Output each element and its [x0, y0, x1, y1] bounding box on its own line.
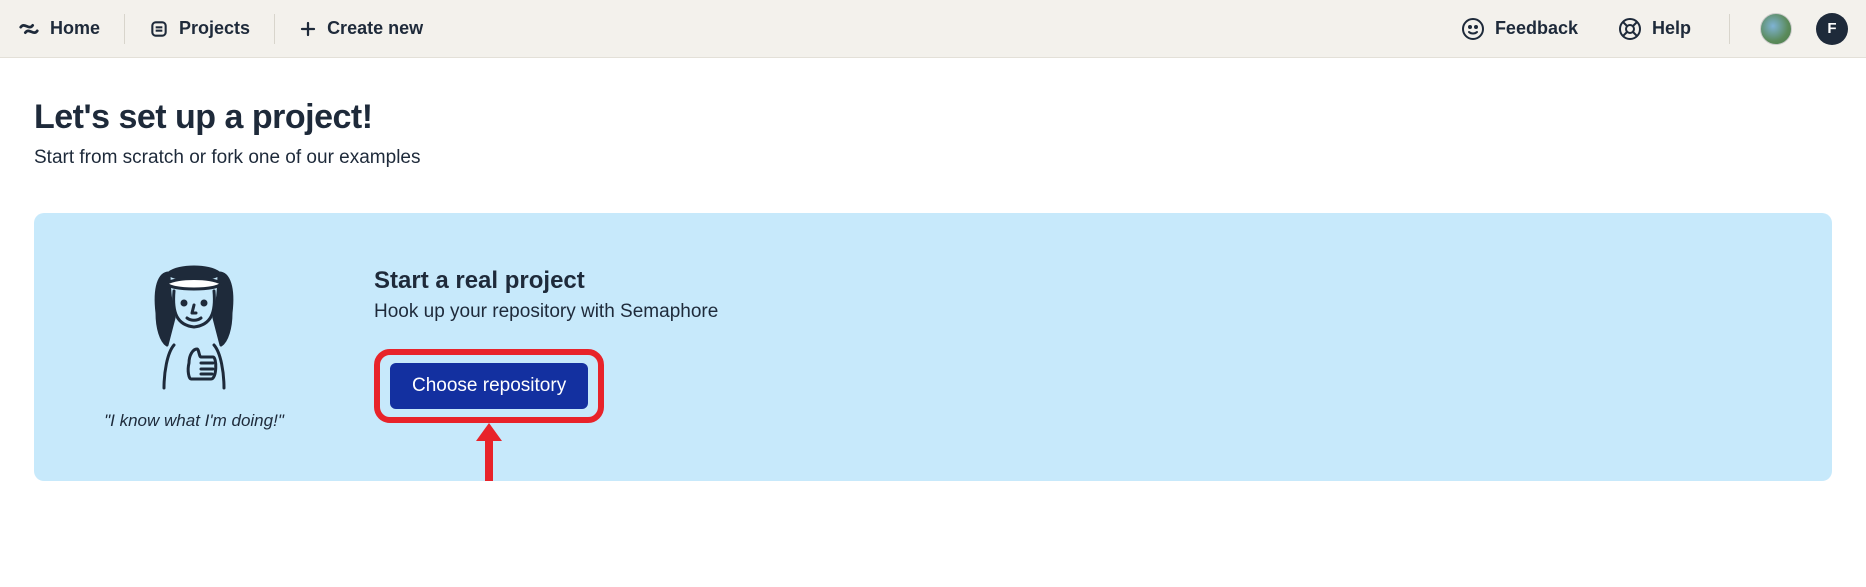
- avatar-letter-text: F: [1827, 20, 1836, 37]
- nav-help[interactable]: Help: [1610, 12, 1699, 46]
- user-avatar-letter[interactable]: F: [1816, 13, 1848, 45]
- nav-projects[interactable]: Projects: [131, 12, 268, 46]
- nav-home[interactable]: Home: [18, 12, 118, 46]
- card-description: Hook up your repository with Semaphore: [374, 301, 1772, 323]
- nav-feedback[interactable]: Feedback: [1453, 12, 1586, 46]
- card-heading: Start a real project: [374, 267, 1772, 295]
- nav-divider: [124, 14, 125, 44]
- choose-repository-button[interactable]: Choose repository: [390, 363, 588, 409]
- nav-projects-label: Projects: [179, 18, 250, 39]
- annotation-highlight-box: Choose repository: [374, 349, 604, 423]
- nav-divider: [1729, 14, 1730, 44]
- nav-help-label: Help: [1652, 18, 1691, 39]
- illustration-caption: "I know what I'm doing!": [104, 411, 284, 431]
- card-content-column: Start a real project Hook up your reposi…: [374, 263, 1772, 423]
- nav-home-label: Home: [50, 18, 100, 39]
- lifebuoy-icon: [1618, 17, 1642, 41]
- annotation-arrow-icon: [474, 423, 504, 483]
- nav-feedback-label: Feedback: [1495, 18, 1578, 39]
- main-content: Let's set up a project! Start from scrat…: [0, 58, 1866, 521]
- nav-divider: [274, 14, 275, 44]
- plus-icon: [299, 20, 317, 38]
- projects-icon: [149, 19, 169, 39]
- page-title: Let's set up a project!: [34, 98, 1832, 137]
- smile-icon: [1461, 17, 1485, 41]
- card-illustration-column: "I know what I'm doing!": [94, 263, 294, 431]
- nav-create-new[interactable]: Create new: [281, 12, 441, 46]
- setup-project-card: "I know what I'm doing!" Start a real pr…: [34, 213, 1832, 481]
- person-thumbs-up-icon: [139, 263, 249, 393]
- nav-left-group: Home Projects Create new: [18, 12, 441, 46]
- top-navigation: Home Projects Create new: [0, 0, 1866, 58]
- page-subtitle: Start from scratch or fork one of our ex…: [34, 147, 1832, 169]
- semaphore-logo-icon: [18, 18, 40, 40]
- user-avatar-image[interactable]: [1760, 13, 1792, 45]
- nav-right-group: Feedback Help F: [1453, 12, 1848, 46]
- nav-create-new-label: Create new: [327, 18, 423, 39]
